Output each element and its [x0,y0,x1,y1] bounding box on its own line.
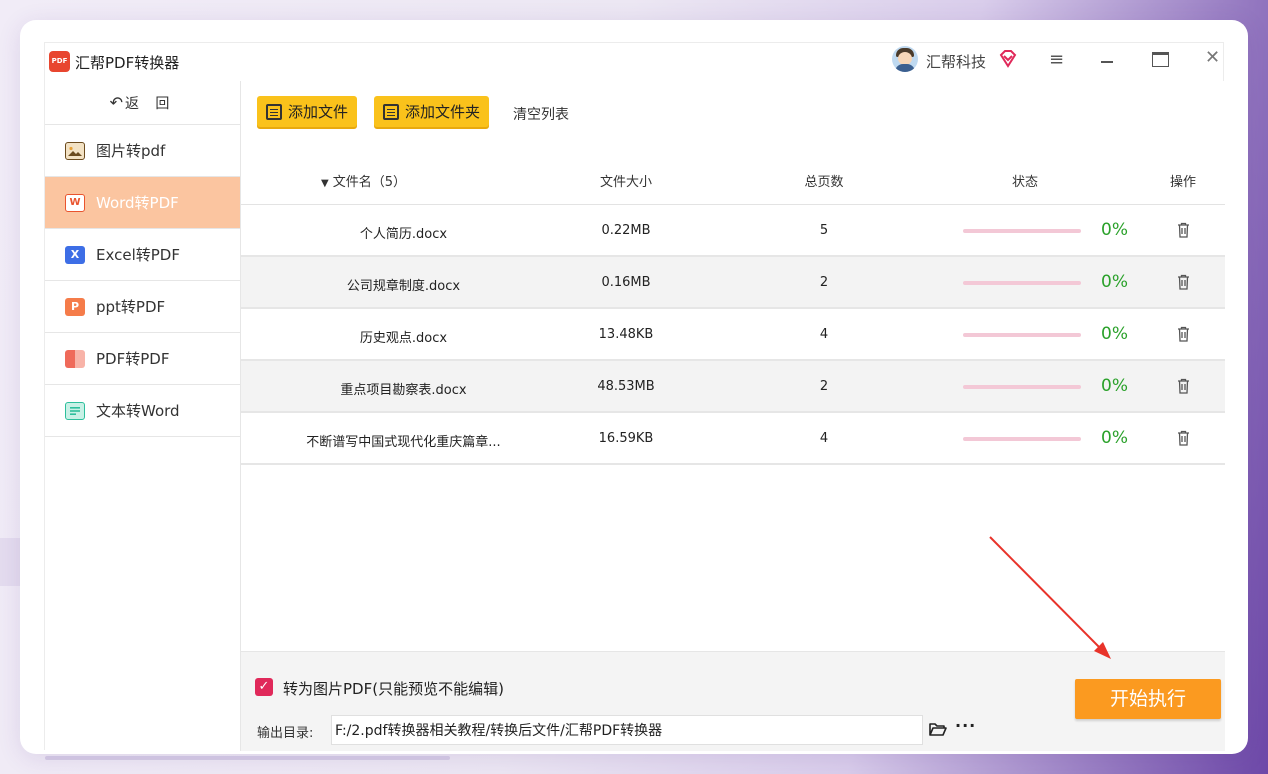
sidebar-item-label: PDF转PDF [96,350,170,368]
output-dir-input[interactable] [331,715,923,745]
output-dir-label: 输出目录: [257,726,314,741]
bottom-panel: ✓ 转为图片PDF(只能预览不能编辑) 输出目录: ··· 开始执行 [241,651,1225,751]
file-pages: 2 [819,379,829,394]
close-icon[interactable]: ✕ [1205,49,1220,67]
column-header-size: 文件大小 [599,175,652,190]
trash-icon[interactable] [1177,326,1190,342]
minimize-icon[interactable] [1101,61,1113,63]
more-icon[interactable]: ··· [955,716,976,735]
file-name: 个人简历.docx [359,227,448,242]
vip-diamond-icon[interactable] [998,49,1018,69]
file-name: 重点项目勘察表.docx [340,383,467,398]
user-name[interactable]: 汇帮科技 [926,51,986,72]
app-card: PDF 汇帮PDF转换器 汇帮科技 ≡ ✕ ↶ 返 回 图片转pdf W Wor… [20,20,1248,754]
sidebar-item-label: Excel转PDF [96,246,180,264]
table-row[interactable]: 历史观点.docx 13.48KB 4 0% [241,309,1225,361]
add-folder-label: 添加文件夹 [405,103,481,121]
folder-open-icon[interactable] [929,722,947,737]
back-arrow-icon: ↶ [109,93,123,112]
column-header-status: 状态 [1011,175,1038,190]
file-size: 13.48KB [598,327,654,342]
progress-bar [963,333,1081,337]
image-icon [65,141,85,160]
trash-icon[interactable] [1177,430,1190,446]
app-title: 汇帮PDF转换器 [75,54,180,72]
sidebar-item-word-to-pdf[interactable]: W Word转PDF [45,177,240,229]
file-size: 48.53MB [597,379,655,394]
image-pdf-checkbox-label[interactable]: 转为图片PDF(只能预览不能编辑) [283,678,504,699]
back-button[interactable]: ↶ 返 回 [45,81,240,125]
progress-percent: 0% [1101,324,1128,344]
table-row[interactable]: 不断谱写中国式现代化重庆篇章... 16.59KB 4 0% [241,413,1225,465]
progress-bar [963,385,1081,389]
app-logo-icon: PDF [49,51,70,72]
ppt-icon: P [65,297,85,316]
file-pages: 4 [819,431,829,446]
background-band [0,538,20,586]
user-avatar[interactable] [892,46,918,72]
progress-bar [963,281,1081,285]
file-name: 不断谱写中国式现代化重庆篇章... [306,435,501,450]
trash-icon[interactable] [1177,378,1190,394]
file-pages: 5 [819,223,829,238]
file-name: 公司规章制度.docx [346,279,461,294]
file-size: 0.16MB [601,275,651,290]
sidebar-item-label: ppt转PDF [96,298,166,316]
sidebar: ↶ 返 回 图片转pdf W Word转PDF X Excel转PDF P pp… [45,81,241,751]
text-icon [65,401,85,420]
progress-percent: 0% [1101,272,1128,292]
back-label: 返 回 [124,95,176,112]
add-file-icon [266,103,282,120]
trash-icon[interactable] [1177,274,1190,290]
sidebar-item-label: 图片转pdf [96,142,166,160]
table-header: ▼ 文件名（5） 文件大小 总页数 状态 操作 [241,153,1225,205]
column-header-name[interactable]: ▼ 文件名（5） [241,171,486,190]
excel-icon: X [65,245,85,264]
sidebar-item-label: Word转PDF [96,194,179,212]
progress-percent: 0% [1101,376,1128,396]
file-table-body: 个人简历.docx 0.22MB 5 0% 公司规章制度.docx 0.16MB… [241,205,1225,465]
add-folder-icon [383,103,399,120]
table-row[interactable]: 公司规章制度.docx 0.16MB 2 0% [241,257,1225,309]
sidebar-item-image-to-pdf[interactable]: 图片转pdf [45,125,240,177]
menu-icon[interactable]: ≡ [1049,51,1065,69]
file-name: 历史观点.docx [359,331,448,346]
add-file-button[interactable]: 添加文件 [257,96,358,127]
toolbar: 添加文件 添加文件夹 清空列表 [241,81,1225,131]
add-folder-button[interactable]: 添加文件夹 [374,96,490,127]
sidebar-item-text-to-word[interactable]: 文本转Word [45,385,240,437]
sidebar-item-ppt-to-pdf[interactable]: P ppt转PDF [45,281,240,333]
image-pdf-checkbox[interactable]: ✓ [255,678,273,696]
pdf-icon [65,349,85,368]
column-header-operation: 操作 [1169,175,1196,190]
word-icon: W [65,193,85,212]
file-pages: 2 [819,275,829,290]
start-button[interactable]: 开始执行 [1075,679,1221,719]
sort-down-icon: ▼ [320,178,329,189]
app-window: PDF 汇帮PDF转换器 汇帮科技 ≡ ✕ ↶ 返 回 图片转pdf W Wor… [44,42,1225,751]
progress-bar [963,229,1081,233]
progress-percent: 0% [1101,220,1128,240]
progress-percent: 0% [1101,428,1128,448]
add-file-label: 添加文件 [288,103,349,121]
sidebar-item-pdf-to-pdf[interactable]: PDF转PDF [45,333,240,385]
sidebar-item-label: 文本转Word [96,402,180,420]
file-size: 0.22MB [601,223,651,238]
file-pages: 4 [819,327,829,342]
background-line [45,756,450,760]
maximize-icon[interactable] [1152,52,1169,67]
trash-icon[interactable] [1177,222,1190,238]
table-row[interactable]: 个人简历.docx 0.22MB 5 0% [241,205,1225,257]
column-header-pages: 总页数 [804,175,844,190]
file-size: 16.59KB [598,431,654,446]
table-row[interactable]: 重点项目勘察表.docx 48.53MB 2 0% [241,361,1225,413]
progress-bar [963,437,1081,441]
clear-list-button[interactable]: 清空列表 [513,104,569,124]
main-panel: 添加文件 添加文件夹 清空列表 ▼ 文件名（5） 文件大小 总页数 状态 操作 … [241,81,1225,751]
title-bar: PDF 汇帮PDF转换器 汇帮科技 ≡ ✕ [45,43,1225,81]
sidebar-item-excel-to-pdf[interactable]: X Excel转PDF [45,229,240,281]
